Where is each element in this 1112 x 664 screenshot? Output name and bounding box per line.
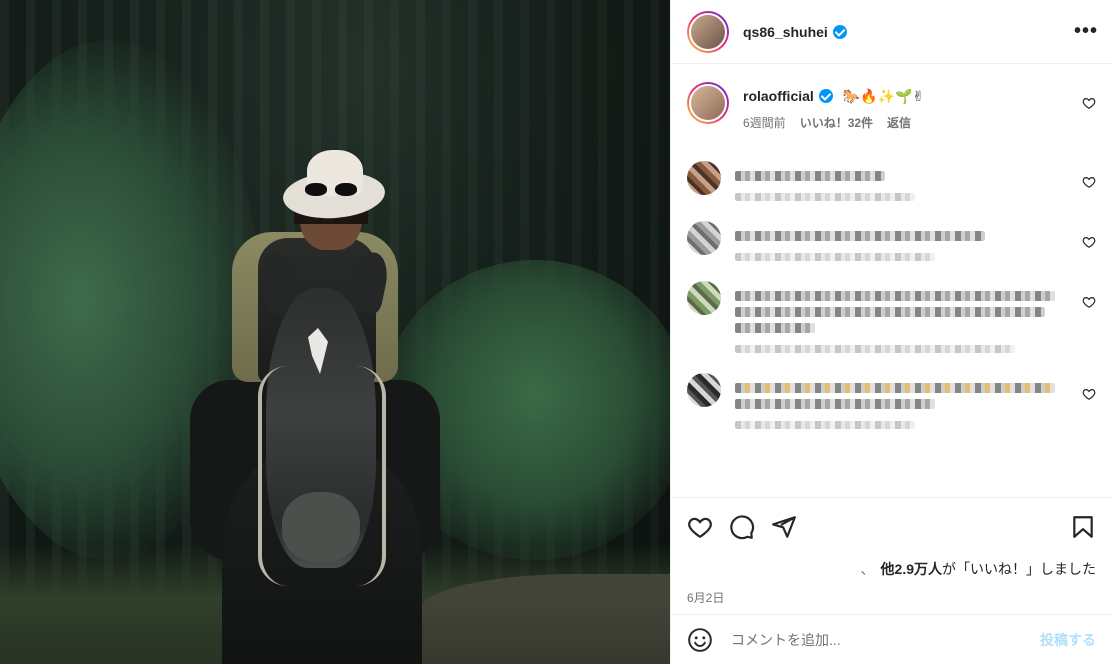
verified-badge-icon [832, 24, 847, 39]
heart-icon[interactable] [1082, 387, 1096, 401]
comment-body [735, 221, 1096, 261]
likes-count[interactable]: 他2.9万人 [881, 559, 942, 579]
blurred-comment-text [735, 171, 885, 181]
caption-text: 🐎🔥✨🌱✌ [842, 88, 925, 104]
post-modal: qs86_shuhei ••• rolaofficial 🐎🔥✨🌱✌ 6週間前 … [0, 0, 1112, 664]
likes-summary[interactable]: 、 他2.9万人 が「いいね！」しました [671, 555, 1112, 579]
blurred-comment-text [735, 291, 1055, 301]
blurred-comment-text [735, 231, 985, 241]
heart-icon[interactable] [1082, 295, 1096, 309]
heart-icon[interactable] [1082, 175, 1096, 189]
comment-item [687, 161, 1096, 201]
blurred-comment-meta [735, 253, 935, 261]
bridle [258, 366, 386, 586]
post-photo[interactable] [0, 0, 670, 664]
dirt-path [420, 574, 670, 664]
blurred-comment-text [735, 323, 815, 333]
blurred-comment-meta [735, 421, 915, 429]
emoji-icon[interactable] [687, 627, 713, 653]
caption-meta: 6週間前 いいね！32件 返信 [743, 114, 1070, 131]
caption-row: rolaofficial 🐎🔥✨🌱✌ 6週間前 いいね！32件 返信 [687, 82, 1096, 131]
caption-avatar-image [689, 84, 727, 122]
caption-avatar[interactable] [687, 82, 729, 124]
comment-item [687, 373, 1096, 429]
heart-icon[interactable] [1082, 96, 1096, 110]
comment-item [687, 221, 1096, 261]
comment-item [687, 281, 1096, 353]
post-header: qs86_shuhei ••• [671, 0, 1112, 64]
comments-list[interactable]: rolaofficial 🐎🔥✨🌱✌ 6週間前 いいね！32件 返信 [671, 64, 1112, 497]
blurred-comment-meta [735, 345, 1015, 353]
caption-body: rolaofficial 🐎🔥✨🌱✌ 6週間前 いいね！32件 返信 [743, 82, 1096, 131]
commenter-avatar[interactable] [687, 373, 721, 407]
verified-badge-icon [818, 89, 833, 103]
caption-line: rolaofficial 🐎🔥✨🌱✌ [743, 86, 1070, 106]
author-avatar-image [689, 12, 727, 51]
blurred-comment-text [735, 383, 1055, 393]
commenter-avatar[interactable] [687, 161, 721, 195]
caption-likes[interactable]: いいね！32件 [800, 114, 873, 131]
post-panel: qs86_shuhei ••• rolaofficial 🐎🔥✨🌱✌ 6週間前 … [670, 0, 1112, 664]
post-comment-button[interactable]: 投稿する [1040, 630, 1096, 650]
send-icon[interactable] [771, 514, 797, 540]
comment-body [735, 281, 1096, 353]
post-actions [671, 497, 1112, 555]
comment-input[interactable] [731, 631, 1040, 648]
blurred-comment-text [735, 307, 1045, 317]
sunglasses [305, 183, 359, 197]
author-username[interactable]: qs86_shuhei [743, 24, 828, 40]
likes-suffix: が「いいね！」しました [942, 561, 1096, 577]
bookmark-icon[interactable] [1070, 514, 1096, 540]
commenter-avatar[interactable] [687, 281, 721, 315]
heart-icon[interactable] [1082, 235, 1096, 249]
caption-reply[interactable]: 返信 [887, 114, 911, 131]
commenter-avatar[interactable] [687, 221, 721, 255]
author-avatar[interactable] [687, 10, 729, 53]
comment-body [735, 161, 1096, 201]
likes-prefix: 、 [860, 561, 875, 577]
blurred-comment-text [735, 399, 935, 409]
caption-time[interactable]: 6週間前 [743, 114, 786, 131]
comment-icon[interactable] [729, 514, 755, 540]
add-comment-bar: 投稿する [671, 614, 1112, 664]
caption-username[interactable]: rolaofficial [743, 88, 814, 104]
blurred-comment-meta [735, 193, 915, 201]
more-horizontal-icon[interactable]: ••• [1074, 20, 1098, 43]
heart-icon[interactable] [687, 514, 713, 540]
post-date[interactable]: 6月2日 [671, 579, 1112, 606]
comment-body [735, 373, 1096, 429]
